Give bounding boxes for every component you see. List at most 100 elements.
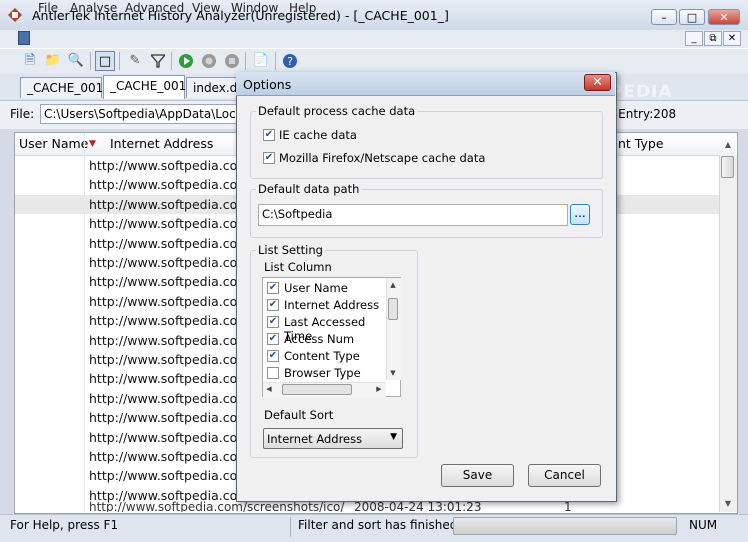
help-icon[interactable]: ? <box>280 51 300 71</box>
row-url: http://www.softpedia.com/ <box>89 177 254 193</box>
toolbar-separator <box>275 52 276 70</box>
list-column-item[interactable]: ✔ Internet Address <box>266 298 386 314</box>
edit-icon[interactable]: ✎ <box>125 51 145 71</box>
list-column-item[interactable]: Browser Type <box>266 366 386 382</box>
default-sort-label: Default Sort <box>264 408 334 422</box>
status-message: Filter and sort has finished! <box>298 518 463 532</box>
firefox-cache-checkbox[interactable]: ✔ <box>263 152 275 164</box>
svg-text:?: ? <box>287 55 293 68</box>
column-checkbox[interactable]: ✔ <box>267 316 279 328</box>
dialog-close-icon[interactable]: ✕ <box>584 74 611 91</box>
list-column-item[interactable]: ✔ Content Type <box>266 349 386 365</box>
scroll-down-icon[interactable]: ▼ <box>720 496 736 512</box>
status-divider <box>290 517 291 537</box>
row-url: http://www.softpedia.com/ <box>89 371 254 387</box>
menu-advanced[interactable]: Advanced <box>125 1 184 15</box>
save-button[interactable]: Save <box>441 464 514 487</box>
ie-cache-checkbox[interactable]: ✔ <box>263 129 275 141</box>
column-checkbox[interactable]: ✔ <box>267 333 279 345</box>
data-path-group-label: Default data path <box>256 182 362 196</box>
column-checkbox-label: Browser Type <box>284 366 361 380</box>
status-help: For Help, press F1 <box>10 518 119 532</box>
dialog-title: Options <box>243 77 292 92</box>
list-column-label: List Column <box>264 260 332 274</box>
list-column-item[interactable]: ✔ User Name <box>266 281 386 297</box>
list-scroll-left-icon[interactable]: ◀ <box>263 383 275 396</box>
pause-icon[interactable] <box>199 51 219 71</box>
process-cache-group-label: Default process cache data <box>256 104 418 118</box>
filter-icon[interactable] <box>148 51 168 71</box>
menu-view[interactable]: View <box>192 1 220 15</box>
list-column-item[interactable]: ✔ Last Accessed Time <box>266 315 386 343</box>
search-files-icon[interactable]: 🔍 <box>66 51 86 71</box>
sort-desc-icon: ▼ <box>89 139 96 149</box>
menu-analyse[interactable]: Analyse <box>70 1 117 15</box>
mdi-close-icon[interactable]: ✕ <box>723 31 741 46</box>
list-scroll-up-icon[interactable]: ▲ <box>386 279 400 291</box>
list-scroll-right-icon[interactable]: ▶ <box>373 383 385 396</box>
mdi-minimize-icon[interactable]: _ <box>685 31 703 46</box>
doc-icon <box>18 31 30 45</box>
list-scroll-down-icon[interactable]: ▼ <box>386 367 400 379</box>
menu-help[interactable]: Help <box>289 1 316 15</box>
report-icon[interactable]: 📄 <box>251 51 271 71</box>
row-url: http://www.softpedia.com/ <box>89 449 254 464</box>
vertical-scrollbar[interactable] <box>719 155 737 512</box>
scroll-thumb[interactable] <box>721 156 734 178</box>
column-checkbox[interactable]: ✔ <box>267 350 279 362</box>
row-url: http://www.softpedia.com/ <box>89 410 254 426</box>
list-hscroll-thumb[interactable] <box>282 384 352 395</box>
row-url: http://www.softpedia.com/ <box>89 235 254 251</box>
row-url: http://www.softpedia.com/ <box>89 196 254 212</box>
play-icon[interactable] <box>176 51 196 71</box>
list-column-item[interactable]: ✔ Access Num <box>266 332 386 348</box>
stop-icon[interactable] <box>222 51 242 71</box>
row-url: http://www.softpedia.com/ <box>89 390 254 406</box>
row-url: http://www.softpedia.com/ <box>89 274 254 290</box>
column-checkbox[interactable]: ✔ <box>267 299 279 311</box>
default-sort-select[interactable]: Internet Address ▼ <box>263 428 403 449</box>
toolbar-separator <box>119 52 120 70</box>
progress-bar <box>453 517 677 535</box>
maximize-icon[interactable]: □ <box>679 9 705 25</box>
data-path-input[interactable]: C:\Softpedia <box>258 204 568 226</box>
chevron-down-icon: ▼ <box>390 432 397 442</box>
row-url: http://www.softpedia.com/ <box>89 216 254 232</box>
toolbar-separator <box>90 52 91 70</box>
column-checkbox[interactable] <box>267 367 279 379</box>
scroll-up-icon[interactable]: ▲ <box>720 137 736 153</box>
num-lock-indicator: NUM <box>689 518 718 532</box>
column-user-name[interactable]: User Name <box>19 133 88 155</box>
toolbar-separator <box>245 52 246 70</box>
column-checkbox-label: Content Type <box>284 349 360 363</box>
entry-count: l Entry:208 <box>611 107 677 121</box>
column-checkbox[interactable]: ✔ <box>267 282 279 294</box>
row-url: http://www.softpedia.com/ <box>89 352 254 367</box>
row-url: http://www.softpedia.com/ <box>89 293 254 309</box>
cancel-button[interactable]: Cancel <box>528 464 601 487</box>
column-internet-address[interactable]: Internet Address <box>110 133 213 155</box>
list-column-vscroll[interactable] <box>386 278 401 380</box>
row-url: http://www.softpedia.com/ <box>89 332 254 348</box>
browse-button[interactable]: ... <box>570 204 590 225</box>
minimize-icon[interactable]: – <box>651 9 677 25</box>
open-folder-icon[interactable]: 📁 <box>43 51 63 71</box>
row-url: http://www.softpedia.com/ <box>89 255 254 270</box>
menu-bar <box>0 30 748 48</box>
process-cache-group <box>250 111 603 179</box>
tab-cache-2[interactable]: _CACHE_001_ <box>103 75 192 99</box>
list-scroll-thumb[interactable] <box>388 298 398 320</box>
menu-file[interactable]: File <box>38 1 58 15</box>
list-setting-group-label: List Setting <box>256 243 325 257</box>
firefox-cache-label: Mozilla Firefox/Netscape cache data <box>279 151 486 165</box>
tab-cache-1[interactable]: _CACHE_001_ <box>20 77 109 98</box>
ie-cache-label: IE cache data <box>279 128 357 142</box>
menu-window[interactable]: Window <box>231 1 278 15</box>
file-path-field[interactable]: C:\Users\Softpedia\AppData\Local\Temp <box>40 104 244 124</box>
row-url: http://www.softpedia.com/ <box>89 313 254 329</box>
mdi-restore-icon[interactable]: ⧉ <box>704 31 722 46</box>
close-icon[interactable]: ✕ <box>708 9 740 25</box>
view-icon[interactable]: □ <box>95 51 115 71</box>
column-content-type[interactable]: nt Type <box>618 133 664 155</box>
open-file-icon[interactable]: 🗎 <box>20 51 40 71</box>
